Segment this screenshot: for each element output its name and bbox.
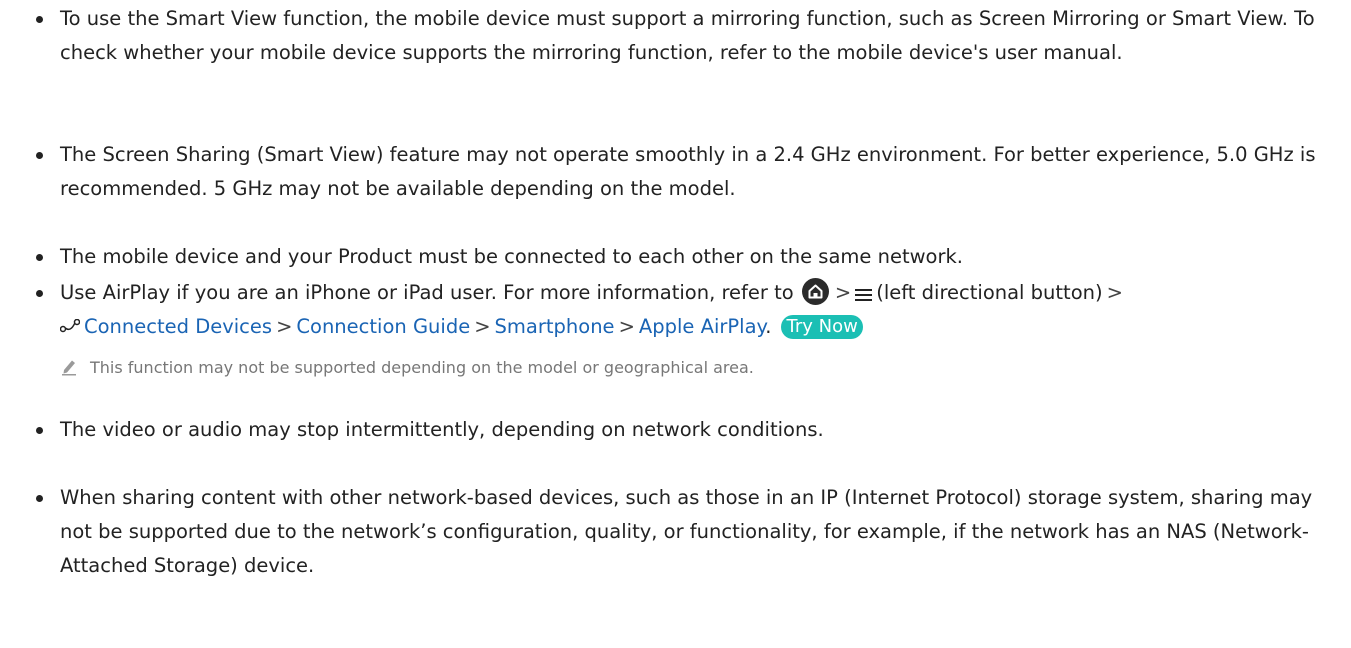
bullet-dot <box>36 290 43 297</box>
menu-description: (left directional button) <box>876 281 1103 304</box>
note-text: This function may not be supported depen… <box>90 358 754 377</box>
path-separator: > <box>474 315 491 338</box>
bullet-text: The mobile device and your Product must … <box>60 245 963 268</box>
menu-icon <box>855 289 873 301</box>
list-item: The Screen Sharing (Smart View) feature … <box>36 138 1331 206</box>
bullet-text: When sharing content with other network-… <box>60 486 1313 577</box>
bullet-dot <box>36 254 43 261</box>
try-now-button[interactable]: Try Now <box>781 315 863 339</box>
link-apple-airplay[interactable]: Apple AirPlay <box>639 315 765 338</box>
connected-devices-icon <box>60 319 80 333</box>
path-separator: > <box>276 315 293 338</box>
list-item-airplay: Use AirPlay if you are an iPhone or iPad… <box>36 276 1331 344</box>
list-item: To use the Smart View function, the mobi… <box>36 2 1331 70</box>
bullet-text: Use AirPlay if you are an iPhone or iPad… <box>60 276 1331 344</box>
pencil-icon <box>62 360 76 376</box>
note: This function may not be supported depen… <box>60 355 754 381</box>
bullet-dot <box>36 495 43 502</box>
bullet-dot <box>36 152 43 159</box>
bullet-text: The Screen Sharing (Smart View) feature … <box>60 143 1316 200</box>
end-punctuation: . <box>765 315 772 338</box>
bullet-dot <box>36 16 43 23</box>
path-separator: > <box>618 315 635 338</box>
list-item: The video or audio may stop intermittent… <box>36 413 1331 447</box>
bullet-text: To use the Smart View function, the mobi… <box>60 7 1315 64</box>
path-separator: > <box>1106 281 1123 304</box>
bullet-text: The video or audio may stop intermittent… <box>60 418 824 441</box>
airplay-intro: Use AirPlay if you are an iPhone or iPad… <box>60 281 794 304</box>
path-separator: > <box>834 281 852 304</box>
bullet-dot <box>36 427 43 434</box>
link-connected-devices[interactable]: Connected Devices <box>84 315 272 338</box>
manual-page: To use the Smart View function, the mobi… <box>0 0 1351 648</box>
list-item: The mobile device and your Product must … <box>36 240 1331 274</box>
home-icon <box>801 278 829 305</box>
list-item: When sharing content with other network-… <box>36 481 1331 583</box>
link-connection-guide[interactable]: Connection Guide <box>296 315 470 338</box>
link-smartphone[interactable]: Smartphone <box>495 315 615 338</box>
